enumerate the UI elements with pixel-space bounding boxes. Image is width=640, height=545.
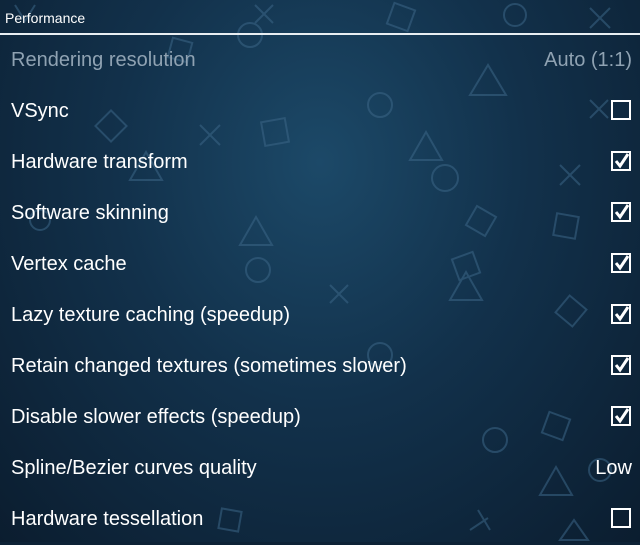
setting-software-skinning[interactable]: Software skinning bbox=[0, 188, 640, 239]
setting-label: Lazy texture caching (speedup) bbox=[11, 304, 291, 326]
section-title: Performance bbox=[5, 10, 86, 26]
setting-label: Vertex cache bbox=[11, 253, 127, 275]
setting-spline-bezier-quality[interactable]: Spline/Bezier curves quality Low bbox=[0, 443, 640, 494]
setting-vsync[interactable]: VSync bbox=[0, 86, 640, 137]
setting-rendering-resolution[interactable]: Rendering resolution Auto (1:1) bbox=[0, 35, 640, 86]
setting-label: Retain changed textures (sometimes slowe… bbox=[11, 355, 407, 377]
setting-vertex-cache[interactable]: Vertex cache bbox=[0, 239, 640, 290]
checkbox-checked[interactable] bbox=[611, 406, 631, 426]
setting-label: Hardware tessellation bbox=[11, 508, 204, 530]
setting-value: Low bbox=[595, 457, 632, 479]
setting-hardware-tessellation[interactable]: Hardware tessellation bbox=[0, 494, 640, 545]
setting-label: Rendering resolution bbox=[11, 49, 196, 71]
checkmark-icon bbox=[614, 408, 630, 424]
setting-label: Software skinning bbox=[11, 202, 169, 224]
setting-lazy-texture-caching[interactable]: Lazy texture caching (speedup) bbox=[0, 290, 640, 341]
checkbox-checked[interactable] bbox=[611, 253, 631, 273]
setting-value: Auto (1:1) bbox=[544, 49, 632, 71]
checkbox-unchecked[interactable] bbox=[611, 100, 631, 120]
checkbox-checked[interactable] bbox=[611, 355, 631, 375]
setting-label: Spline/Bezier curves quality bbox=[11, 457, 257, 479]
setting-disable-slower-effects[interactable]: Disable slower effects (speedup) bbox=[0, 392, 640, 443]
setting-hardware-transform[interactable]: Hardware transform bbox=[0, 137, 640, 188]
checkmark-icon bbox=[614, 357, 630, 373]
setting-label: Disable slower effects (speedup) bbox=[11, 406, 301, 428]
checkbox-unchecked[interactable] bbox=[611, 508, 631, 528]
checkmark-icon bbox=[614, 153, 630, 169]
section-header: Performance bbox=[0, 0, 640, 35]
setting-retain-changed-textures[interactable]: Retain changed textures (sometimes slowe… bbox=[0, 341, 640, 392]
settings-list: Rendering resolution Auto (1:1) VSync Ha… bbox=[0, 35, 640, 545]
checkbox-checked[interactable] bbox=[611, 202, 631, 222]
setting-label: Hardware transform bbox=[11, 151, 188, 173]
checkmark-icon bbox=[614, 204, 630, 220]
setting-label: VSync bbox=[11, 100, 69, 122]
checkbox-checked[interactable] bbox=[611, 151, 631, 171]
checkbox-checked[interactable] bbox=[611, 304, 631, 324]
checkmark-icon bbox=[614, 306, 630, 322]
checkmark-icon bbox=[614, 255, 630, 271]
